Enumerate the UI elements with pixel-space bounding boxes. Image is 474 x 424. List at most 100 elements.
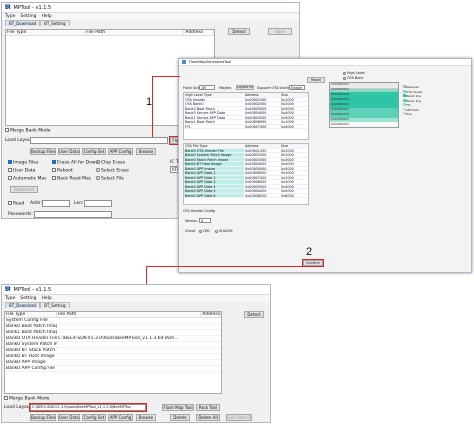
automatic-mac-option[interactable]: Automatic Mac [8, 176, 47, 182]
bottom-app-config-button[interactable]: APP Config [108, 414, 133, 421]
cell: OTA Bank0 [185, 102, 204, 106]
cell: 0x00802000 [245, 153, 267, 157]
user-data-option[interactable]: User Data [8, 168, 35, 174]
len-field[interactable] [84, 200, 112, 207]
detect-button[interactable]: Detect [228, 28, 250, 35]
bottom-browse-button[interactable]: Browse [136, 414, 156, 421]
cell: 0x00803000 [245, 106, 267, 110]
image-files-option[interactable]: Image Files [8, 160, 38, 166]
chip-erase-option[interactable]: Chip Erase [96, 160, 125, 166]
pack-tool-button[interactable]: Pack Tool [196, 404, 220, 411]
high-level-option[interactable]: High Level [343, 71, 365, 75]
bottom-user-data-button[interactable]: User Data [58, 414, 80, 421]
passwords-field[interactable] [34, 211, 112, 218]
user-data-button[interactable]: User Data [58, 148, 80, 155]
dialog-icon [182, 60, 186, 64]
read-option[interactable]: Read [8, 201, 24, 207]
version-field[interactable]: 0 [199, 218, 211, 223]
addr-label: Addr: [30, 201, 42, 206]
flash-size-select[interactable]: 1M [199, 85, 215, 90]
erase-all-checkbox[interactable] [52, 160, 56, 164]
menu-type[interactable]: Type [5, 14, 15, 19]
load-layout-highlight [29, 403, 147, 412]
erase-all-option[interactable]: Erase All for Down [52, 160, 98, 166]
user-data-checkbox[interactable] [8, 168, 12, 172]
bottom-detect-button[interactable]: Detect [244, 311, 264, 318]
high-level-radio[interactable] [343, 71, 346, 75]
menu-help[interactable]: Help [41, 296, 51, 301]
ota-bank-option[interactable]: OTA Bank [343, 76, 363, 80]
cell: Bank0 System Patch Image [184, 153, 244, 157]
automatic-mac-checkbox[interactable] [8, 176, 12, 180]
cell: Bank0 APP Data 2 [184, 175, 244, 179]
reboot-checkbox[interactable] [52, 168, 56, 172]
crc-radio[interactable] [199, 229, 202, 233]
merge-bank-mode-option[interactable]: Merge Bank Mode [5, 128, 50, 134]
cell: Bank0 BT Host Image [6, 354, 55, 359]
reboot-option[interactable]: Reboot [52, 168, 73, 174]
merge-bank-mode-checkbox[interactable] [4, 396, 8, 400]
addr-field[interactable] [42, 200, 70, 207]
cell [57, 354, 203, 359]
delete-all-button[interactable]: Delete All [196, 414, 220, 421]
tab-bt-setting[interactable]: BT_Setting [40, 302, 70, 308]
select-file-radio[interactable] [96, 176, 100, 180]
cell: 0x00807000 [245, 124, 267, 128]
cell: Bank0 BT Stack Patch I... [6, 348, 57, 353]
cell: Bank1 Secure APP Data [185, 115, 226, 119]
bottom-config-set-button[interactable]: Config Set [82, 414, 106, 421]
select-file-option[interactable]: Select File [96, 176, 124, 182]
tab-bt-setting[interactable]: BT_Setting [40, 20, 70, 26]
layout-init-button[interactable]: Layout Init [236, 85, 254, 90]
menu-type[interactable]: Type [5, 296, 15, 301]
crc-option[interactable]: CRC [199, 229, 210, 233]
tab-bt-download[interactable]: BT_Download [5, 20, 41, 26]
load-layout-field[interactable] [30, 137, 168, 144]
download-button[interactable]: Download [10, 186, 38, 193]
legend-label: APP Data [406, 107, 419, 112]
table-row[interactable]: Bank0 APP Data 6 0x0080B000 0x6000 [184, 193, 308, 198]
high-level-table: High Level Type Address Size OTA Header 0… [183, 92, 309, 140]
bottom-delete-button[interactable]: Delete [170, 414, 190, 421]
bottom-merge-bank-mode-option[interactable]: Merge Bank Mode [4, 396, 49, 402]
header-file-type: File Type [5, 312, 57, 317]
table-row[interactable]: Bank0 APP Config File [5, 366, 221, 372]
select-erase-radio[interactable] [96, 168, 100, 172]
ota-bank-radio[interactable] [343, 76, 346, 80]
backup-files-button[interactable]: Backup Files [30, 148, 56, 155]
back-read-mac-checkbox[interactable] [52, 176, 56, 180]
tab-bt-download[interactable]: BT_Download [5, 302, 41, 308]
chip-erase-radio[interactable] [96, 160, 100, 164]
cell [57, 348, 203, 353]
cell: C:\BEE4-SDK-V1.3.0\tools\BeeMPTool_v1.1.… [58, 336, 179, 341]
bottom-flash-map-tool-button[interactable]: Flash Map Tool [162, 404, 194, 411]
merge-bank-mode-checkbox[interactable] [5, 128, 9, 132]
menu-setting[interactable]: Setting [20, 14, 36, 19]
browse-button[interactable]: Browse [136, 148, 156, 155]
cell [57, 342, 203, 347]
config-set-button[interactable]: Config Set [82, 148, 106, 155]
cell: 0x6000 [281, 193, 294, 197]
cell: Bank0 APP Config File [6, 366, 55, 371]
header-file-path: File Path [57, 312, 202, 317]
sha256-radio[interactable] [215, 229, 218, 233]
crc-label: CRC [203, 229, 210, 233]
menu-setting[interactable]: Setting [20, 296, 36, 301]
menu-help[interactable]: Help [41, 14, 51, 19]
image-files-checkbox[interactable] [8, 160, 12, 164]
open-button[interactable]: Open [268, 28, 292, 35]
cell: FTL [185, 124, 191, 128]
bottom-backup-files-button[interactable]: Backup Files [30, 414, 56, 421]
app-config-button[interactable]: APP Config [108, 148, 133, 155]
table1-header-type: High Level Type [185, 93, 212, 97]
window-title: MPTool - v1.1.5 [13, 286, 52, 293]
passwords-label: Passwords: [8, 212, 33, 217]
read-checkbox[interactable] [8, 201, 12, 205]
reset-button[interactable]: Reset [307, 77, 325, 83]
back-read-mac-option[interactable]: Back Read Mac [52, 176, 91, 182]
sha256-option[interactable]: SHA256 [215, 229, 233, 233]
support-ota-select[interactable]: Enable [289, 85, 305, 90]
select-erase-option[interactable]: Select Erase [96, 168, 129, 174]
get-flash-id-button[interactable]: Get Flash ID [226, 414, 252, 421]
table-row[interactable]: FTL 0x00807000 0x4000 [184, 124, 308, 129]
